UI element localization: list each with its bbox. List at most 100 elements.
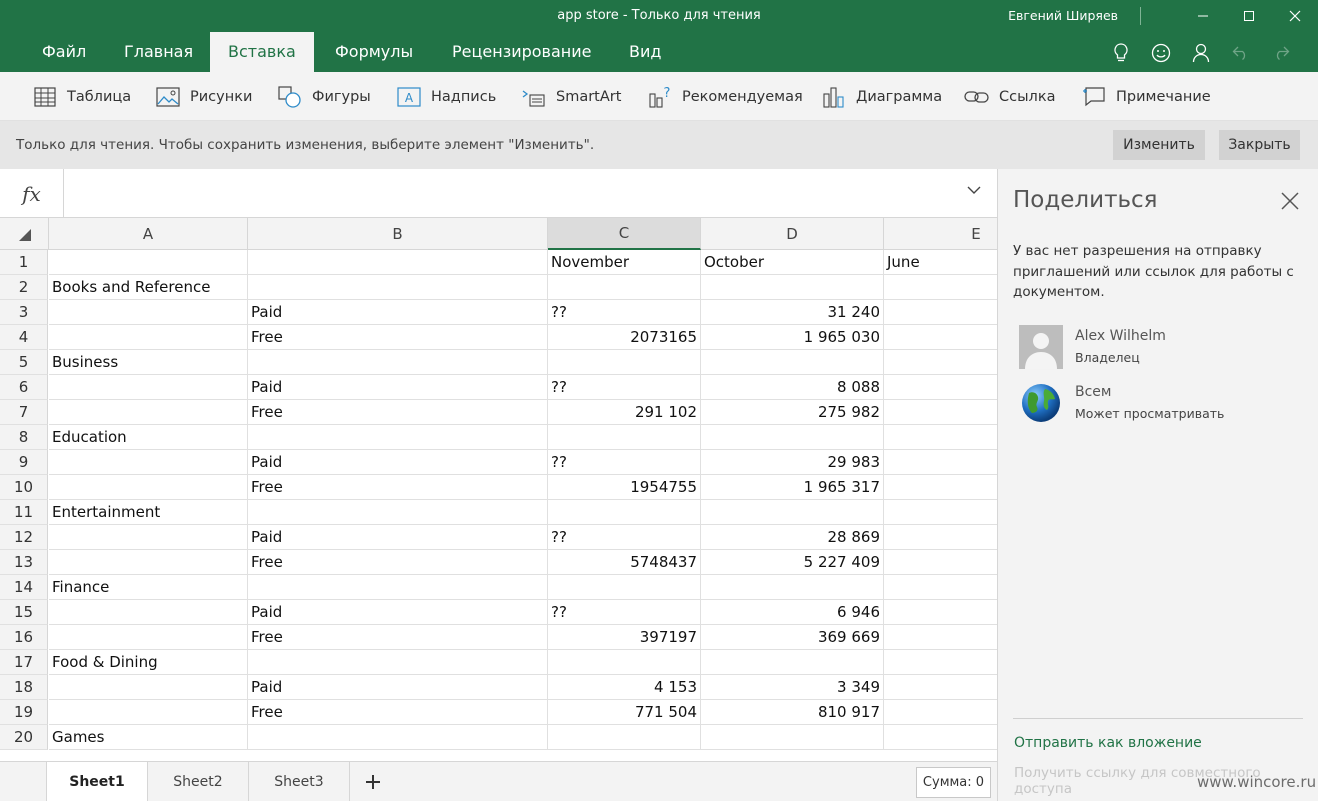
cell-c[interactable] <box>548 725 701 750</box>
cell-c[interactable]: 397197 <box>548 625 701 650</box>
cell-a[interactable] <box>49 400 248 425</box>
cell-d[interactable]: 5 227 409 <box>701 550 884 575</box>
cell-b[interactable]: Paid <box>248 675 548 700</box>
cell-d[interactable]: 369 669 <box>701 625 884 650</box>
cell-b[interactable] <box>248 350 548 375</box>
cell-a[interactable] <box>49 625 248 650</box>
lightbulb-icon[interactable] <box>1110 42 1132 64</box>
expand-formula-button[interactable] <box>967 183 981 199</box>
row-header[interactable]: 20 <box>0 725 48 750</box>
cell-a[interactable] <box>49 675 248 700</box>
close-pane-button[interactable] <box>1279 190 1301 212</box>
cell-a[interactable] <box>49 325 248 350</box>
smiley-icon[interactable] <box>1150 42 1172 64</box>
cell-c[interactable] <box>548 275 701 300</box>
row-header[interactable]: 9 <box>0 450 48 475</box>
share-person-owner[interactable]: Alex Wilhelm Владелец <box>1019 325 1309 371</box>
column-header-d[interactable]: D <box>701 218 884 250</box>
cell-c[interactable] <box>548 350 701 375</box>
cell-e[interactable] <box>884 725 997 750</box>
row-header[interactable]: 16 <box>0 625 48 650</box>
row-header[interactable]: 6 <box>0 375 48 400</box>
column-header-e[interactable]: E <box>884 218 997 250</box>
tab-insert[interactable]: Вставка <box>210 32 314 72</box>
cell-e[interactable] <box>884 675 997 700</box>
cell-a[interactable] <box>49 250 248 275</box>
spreadsheet-grid[interactable]: A B C D E 1 November October June 2 Books and… <box>0 218 997 761</box>
cell-a[interactable] <box>49 700 248 725</box>
cell-c[interactable] <box>548 650 701 675</box>
column-header-c[interactable]: C <box>548 218 701 250</box>
cell-e[interactable] <box>884 350 997 375</box>
cell-b[interactable] <box>248 425 548 450</box>
share-person-everyone[interactable]: Всем Может просматривать <box>1019 381 1309 427</box>
cell-b[interactable]: Free <box>248 625 548 650</box>
row-header[interactable]: 12 <box>0 525 48 550</box>
cell-b[interactable] <box>248 575 548 600</box>
user-name[interactable]: Евгений Ширяев <box>1008 8 1118 23</box>
cell-d[interactable] <box>701 500 884 525</box>
row-header[interactable]: 18 <box>0 675 48 700</box>
row-header[interactable]: 1 <box>0 250 48 275</box>
cell-d[interactable]: 29 983 <box>701 450 884 475</box>
insert-shapes-button[interactable]: Фигуры <box>277 84 371 110</box>
row-header[interactable]: 5 <box>0 350 48 375</box>
cell-b[interactable] <box>248 650 548 675</box>
cell-e[interactable] <box>884 575 997 600</box>
row-header[interactable]: 2 <box>0 275 48 300</box>
edit-button[interactable]: Изменить <box>1113 130 1205 160</box>
insert-pictures-button[interactable]: Рисунки <box>155 84 252 110</box>
cell-b[interactable] <box>248 275 548 300</box>
insert-chart-button[interactable]: Диаграмма <box>821 84 942 110</box>
cell-e[interactable]: 1 <box>884 325 997 350</box>
cell-a[interactable]: Entertainment <box>49 500 248 525</box>
cell-b[interactable]: Paid <box>248 300 548 325</box>
cell-c[interactable]: ?? <box>548 375 701 400</box>
cell-c[interactable]: 2073165 <box>548 325 701 350</box>
column-header-a[interactable]: A <box>49 218 248 250</box>
cell-b[interactable] <box>248 500 548 525</box>
cell-c[interactable]: 291 102 <box>548 400 701 425</box>
cell-b[interactable]: Paid <box>248 375 548 400</box>
row-header[interactable]: 7 <box>0 400 48 425</box>
cell-b[interactable] <box>248 250 548 275</box>
cell-b[interactable]: Free <box>248 325 548 350</box>
insert-table-button[interactable]: Таблица <box>32 84 131 110</box>
cell-b[interactable]: Paid <box>248 525 548 550</box>
send-as-attachment-link[interactable]: Отправить как вложение <box>1014 735 1202 751</box>
cell-c[interactable]: ?? <box>548 450 701 475</box>
cell-e[interactable] <box>884 600 997 625</box>
cell-c[interactable] <box>548 575 701 600</box>
cell-d[interactable]: 810 917 <box>701 700 884 725</box>
share-person-icon[interactable] <box>1190 42 1212 64</box>
cell-d[interactable] <box>701 575 884 600</box>
cell-a[interactable] <box>49 475 248 500</box>
cell-e[interactable] <box>884 425 997 450</box>
maximize-button[interactable] <box>1226 0 1272 32</box>
select-all-corner[interactable] <box>0 218 49 250</box>
cell-c[interactable]: ?? <box>548 600 701 625</box>
row-header[interactable]: 17 <box>0 650 48 675</box>
tab-file[interactable]: Файл <box>24 32 104 72</box>
cell-a[interactable] <box>49 550 248 575</box>
cell-b[interactable]: Free <box>248 700 548 725</box>
cell-e[interactable] <box>884 625 997 650</box>
cell-d[interactable]: 275 982 <box>701 400 884 425</box>
minimize-button[interactable] <box>1180 0 1226 32</box>
row-header[interactable]: 8 <box>0 425 48 450</box>
cell-a[interactable] <box>49 300 248 325</box>
cell-c[interactable]: 4 153 <box>548 675 701 700</box>
cell-e[interactable] <box>884 525 997 550</box>
cell-c[interactable]: 5748437 <box>548 550 701 575</box>
cell-d[interactable] <box>701 725 884 750</box>
close-readonly-button[interactable]: Закрыть <box>1219 130 1300 160</box>
cell-b[interactable]: Paid <box>248 450 548 475</box>
row-header[interactable]: 13 <box>0 550 48 575</box>
row-header[interactable]: 11 <box>0 500 48 525</box>
tab-formulas[interactable]: Формулы <box>317 32 431 72</box>
cell-d[interactable] <box>701 350 884 375</box>
row-header[interactable]: 15 <box>0 600 48 625</box>
cell-c[interactable]: 771 504 <box>548 700 701 725</box>
row-header[interactable]: 4 <box>0 325 48 350</box>
cell-c[interactable]: 1954755 <box>548 475 701 500</box>
